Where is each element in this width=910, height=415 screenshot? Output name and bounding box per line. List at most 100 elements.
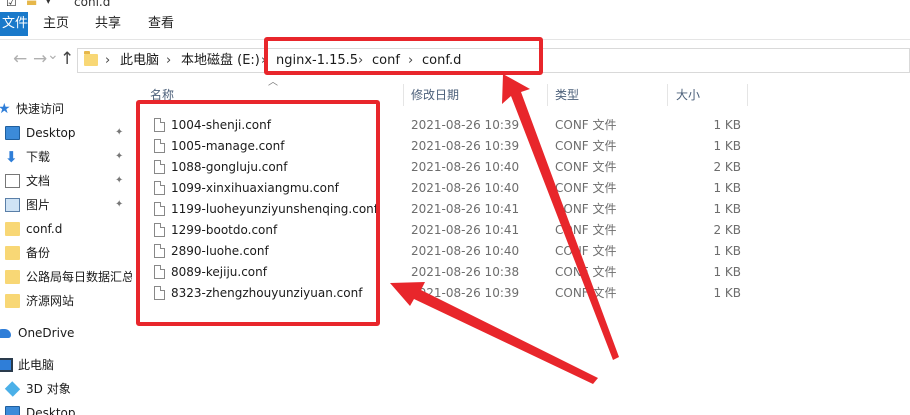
picture-icon xyxy=(5,198,20,212)
recent-locations-icon[interactable]: ⌄ xyxy=(47,45,59,65)
up-icon[interactable]: ↑ xyxy=(60,49,74,69)
desktop-icon xyxy=(5,406,20,415)
nav-item-label: 快速访问 xyxy=(16,102,65,116)
document-icon xyxy=(5,174,20,188)
column-header-type[interactable]: 类型 xyxy=(555,84,579,106)
tab-share[interactable]: 共享 xyxy=(95,12,121,36)
breadcrumb-separator: › xyxy=(166,53,172,68)
annotation-box-files xyxy=(136,100,380,326)
nav-item-label: 下载 xyxy=(26,150,51,164)
checkbox-icon[interactable]: ☑ xyxy=(6,0,17,9)
file-type: CONF 文件 xyxy=(555,139,617,153)
nav-item-desktop-pc[interactable]: Desktop xyxy=(0,402,132,415)
tab-home[interactable]: 主页 xyxy=(43,12,69,36)
file-size: 1 KB xyxy=(713,265,741,279)
file-type: CONF 文件 xyxy=(555,118,617,132)
column-header-date[interactable]: 修改日期 xyxy=(411,84,459,106)
folder-icon xyxy=(84,51,98,66)
file-date: 2021-08-26 10:38 xyxy=(411,265,520,279)
folder-icon xyxy=(5,294,20,308)
nav-item-label: 图片 xyxy=(26,198,51,212)
nav-item-downloads[interactable]: ⬇ 下载 ✦ xyxy=(0,146,132,168)
file-date: 2021-08-26 10:40 xyxy=(411,244,520,258)
column-divider[interactable] xyxy=(667,84,668,106)
tab-file[interactable]: 文件 xyxy=(0,12,28,36)
cloud-icon xyxy=(0,329,11,338)
forward-icon[interactable]: → xyxy=(33,49,47,69)
breadcrumb-separator: › xyxy=(105,53,111,68)
file-type: CONF 文件 xyxy=(555,265,617,279)
nav-item-quick-access[interactable]: ★ 快速访问 xyxy=(0,98,132,120)
pin-icon[interactable]: ✦ xyxy=(115,122,123,144)
pin-icon[interactable]: ✦ xyxy=(115,146,123,168)
nav-item-backup[interactable]: 备份 xyxy=(0,242,132,264)
nav-item-highway-data[interactable]: 公路局每日数据汇总 xyxy=(0,266,132,288)
file-date: 2021-08-26 10:39 xyxy=(411,139,520,153)
pin-icon[interactable]: ✦ xyxy=(115,170,123,192)
nav-item-jiyuan-site[interactable]: 济源网站 xyxy=(0,290,132,312)
file-size: 1 KB xyxy=(713,202,741,216)
file-type: CONF 文件 xyxy=(555,286,617,300)
file-size: 2 KB xyxy=(713,160,741,174)
file-size: 1 KB xyxy=(713,244,741,258)
column-divider[interactable] xyxy=(547,84,548,106)
file-size: 1 KB xyxy=(713,181,741,195)
nav-item-label: Desktop xyxy=(26,126,76,140)
nav-item-this-pc[interactable]: 此电脑 xyxy=(0,354,132,376)
file-size: 1 KB xyxy=(713,139,741,153)
nav-item-documents[interactable]: 文档 ✦ xyxy=(0,170,132,192)
nav-item-conf-d[interactable]: conf.d xyxy=(0,218,132,240)
column-header-size[interactable]: 大小 xyxy=(676,84,700,106)
nav-item-label: 3D 对象 xyxy=(26,382,71,396)
folder-icon xyxy=(5,246,20,260)
sort-ascending-icon: ︿ xyxy=(268,77,278,88)
download-icon: ⬇ xyxy=(5,148,18,166)
column-divider[interactable] xyxy=(403,84,404,106)
navigation-pane: ★ 快速访问 Desktop ✦ ⬇ 下载 ✦ 文档 ✦ 图片 ✦ conf.d… xyxy=(0,80,132,415)
nav-item-label: 备份 xyxy=(26,246,51,260)
nav-item-onedrive[interactable]: OneDrive xyxy=(0,322,132,344)
file-type: CONF 文件 xyxy=(555,181,617,195)
nav-item-pictures[interactable]: 图片 ✦ xyxy=(0,194,132,216)
file-size: 2 KB xyxy=(713,223,741,237)
file-size: 1 KB xyxy=(713,118,741,132)
file-date: 2021-08-26 10:41 xyxy=(411,223,520,237)
computer-icon xyxy=(0,358,13,372)
nav-item-label: 济源网站 xyxy=(26,294,75,308)
file-type: CONF 文件 xyxy=(555,160,617,174)
file-type: CONF 文件 xyxy=(555,244,617,258)
nav-item-3d-objects[interactable]: 3D 对象 xyxy=(0,378,132,400)
folder-icon xyxy=(5,222,20,236)
pin-icon[interactable]: ✦ xyxy=(115,194,123,216)
desktop-icon xyxy=(5,126,20,140)
3d-objects-icon xyxy=(4,381,21,397)
back-icon[interactable]: ← xyxy=(13,49,27,69)
star-icon: ★ xyxy=(0,101,11,117)
file-type: CONF 文件 xyxy=(555,202,617,216)
file-date: 2021-08-26 10:40 xyxy=(411,160,520,174)
file-type: CONF 文件 xyxy=(555,223,617,237)
title-bar: ☑ ▬ ▾ conf.d xyxy=(0,0,910,10)
file-date: 2021-08-26 10:41 xyxy=(411,202,520,216)
ribbon: 文件 主页 共享 查看 xyxy=(0,10,910,40)
window-title: conf.d xyxy=(74,0,111,9)
annotation-box-path xyxy=(264,37,543,75)
nav-item-desktop[interactable]: Desktop ✦ xyxy=(0,122,132,144)
file-date: 2021-08-26 10:39 xyxy=(411,286,520,300)
file-date: 2021-08-26 10:39 xyxy=(411,118,520,132)
tab-view[interactable]: 查看 xyxy=(148,12,174,36)
column-divider[interactable] xyxy=(747,84,748,106)
nav-item-label: 文档 xyxy=(26,174,51,188)
nav-item-label: 此电脑 xyxy=(18,358,55,372)
file-date: 2021-08-26 10:40 xyxy=(411,181,520,195)
nav-item-label: 公路局每日数据汇总 xyxy=(26,270,132,284)
breadcrumb-drive-e[interactable]: 本地磁盘 (E:) xyxy=(181,52,260,70)
nav-item-label: Desktop xyxy=(26,406,76,415)
breadcrumb-this-pc[interactable]: 此电脑 xyxy=(120,52,159,70)
folder-icon: ▬ xyxy=(26,0,38,9)
nav-item-label: OneDrive xyxy=(18,326,75,340)
nav-item-label: conf.d xyxy=(26,222,63,236)
file-size: 1 KB xyxy=(713,286,741,300)
folder-icon xyxy=(5,270,20,284)
quick-access-dropdown-icon[interactable]: ▾ xyxy=(46,0,51,7)
